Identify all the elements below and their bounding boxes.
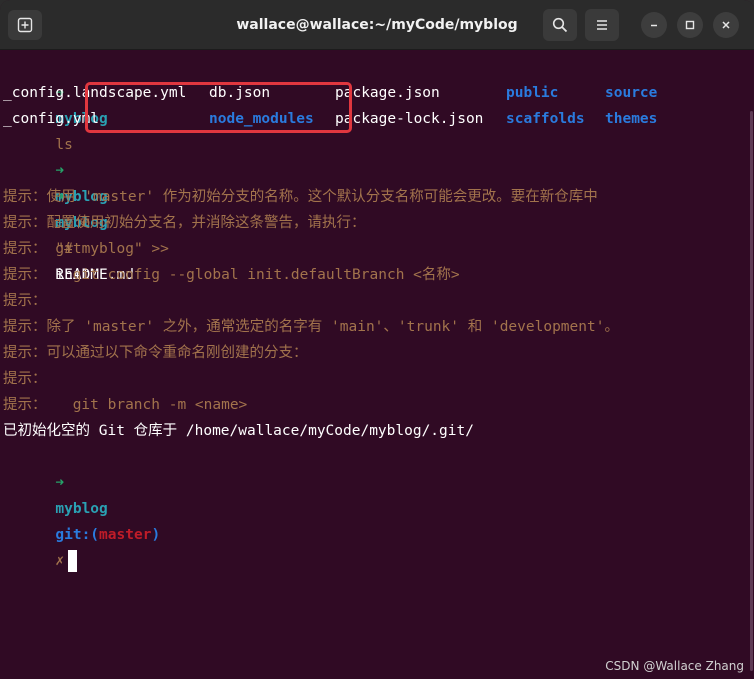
prompt-line-echo: ➜ myblog echo "# myblog" >> README.md (3, 132, 169, 283)
command-highlight-box (85, 82, 352, 133)
close-button[interactable] (713, 12, 739, 38)
hint-line: 提示： (3, 293, 47, 309)
prompt-line-ls: ➜ myblog ls (3, 54, 107, 153)
terminal-output[interactable]: ➜ myblog ls _config.landscape.yml db.jso… (0, 51, 754, 679)
maximize-button[interactable] (677, 12, 703, 38)
hint-line: 提示：可以通过以下命令重命名刚创建的分支： (3, 345, 308, 361)
terminal-window: wallace@wallace:~/myCode/myblog ➜ myblog… (0, 0, 754, 679)
menu-button[interactable] (585, 9, 619, 41)
ls-entry: package-lock.json (335, 111, 484, 127)
ls-entry: source (605, 85, 658, 101)
ls-entry: themes (605, 111, 658, 127)
git-suffix-text: ) (151, 527, 161, 543)
hint-line: 提示：配置使用初始分支名，并消除这条警告，请执行： (3, 215, 366, 231)
new-tab-button[interactable] (8, 10, 42, 40)
prompt-line-current: ➜ myblog git:(master) ✗ (3, 444, 160, 572)
search-icon (552, 17, 568, 33)
git-prefix-text: git:( (55, 527, 100, 543)
hint-line: 提示：除了 'master' 之外，通常选定的名字有 'main'、'trunk… (3, 319, 619, 335)
hint-line: 提示： git config --global init.defaultBran… (3, 267, 460, 283)
close-icon (722, 21, 730, 29)
command-git: git (55, 241, 82, 257)
minimize-icon (651, 24, 657, 27)
hint-line: 提示： (3, 241, 47, 257)
watermark: CSDN @Wallace Zhang (605, 659, 744, 673)
text-cursor (68, 550, 78, 572)
ls-entry: scaffolds (506, 111, 585, 127)
minimize-button[interactable] (641, 12, 667, 38)
hint-line: 提示：使用 'master' 作为初始分支的名称。这个默认分支名称可能会更改。要… (3, 189, 598, 205)
branch-name: master (99, 527, 152, 543)
prompt-dir: myblog (55, 501, 108, 517)
prompt-arrow: ➜ (55, 475, 65, 491)
search-button[interactable] (543, 9, 577, 41)
init-result-line: 已初始化空的 Git 仓库于 /home/wallace/myCode/mybl… (3, 423, 474, 439)
hint-line: 提示： (3, 371, 47, 387)
git-prefix: git:(master) (55, 527, 160, 543)
maximize-icon (685, 20, 695, 30)
new-tab-icon (17, 17, 33, 33)
scrollbar-track[interactable] (748, 51, 754, 679)
title-bar[interactable]: wallace@wallace:~/myCode/myblog (0, 0, 754, 50)
dirty-mark: ✗ (55, 553, 65, 569)
ls-entry: public (506, 85, 559, 101)
hint-line: 提示： git branch -m <name> (3, 397, 248, 413)
prompt-line-git-init: ➜ myblog git init (3, 158, 107, 283)
hamburger-menu-icon (597, 20, 607, 30)
scrollbar-thumb[interactable] (750, 111, 753, 671)
